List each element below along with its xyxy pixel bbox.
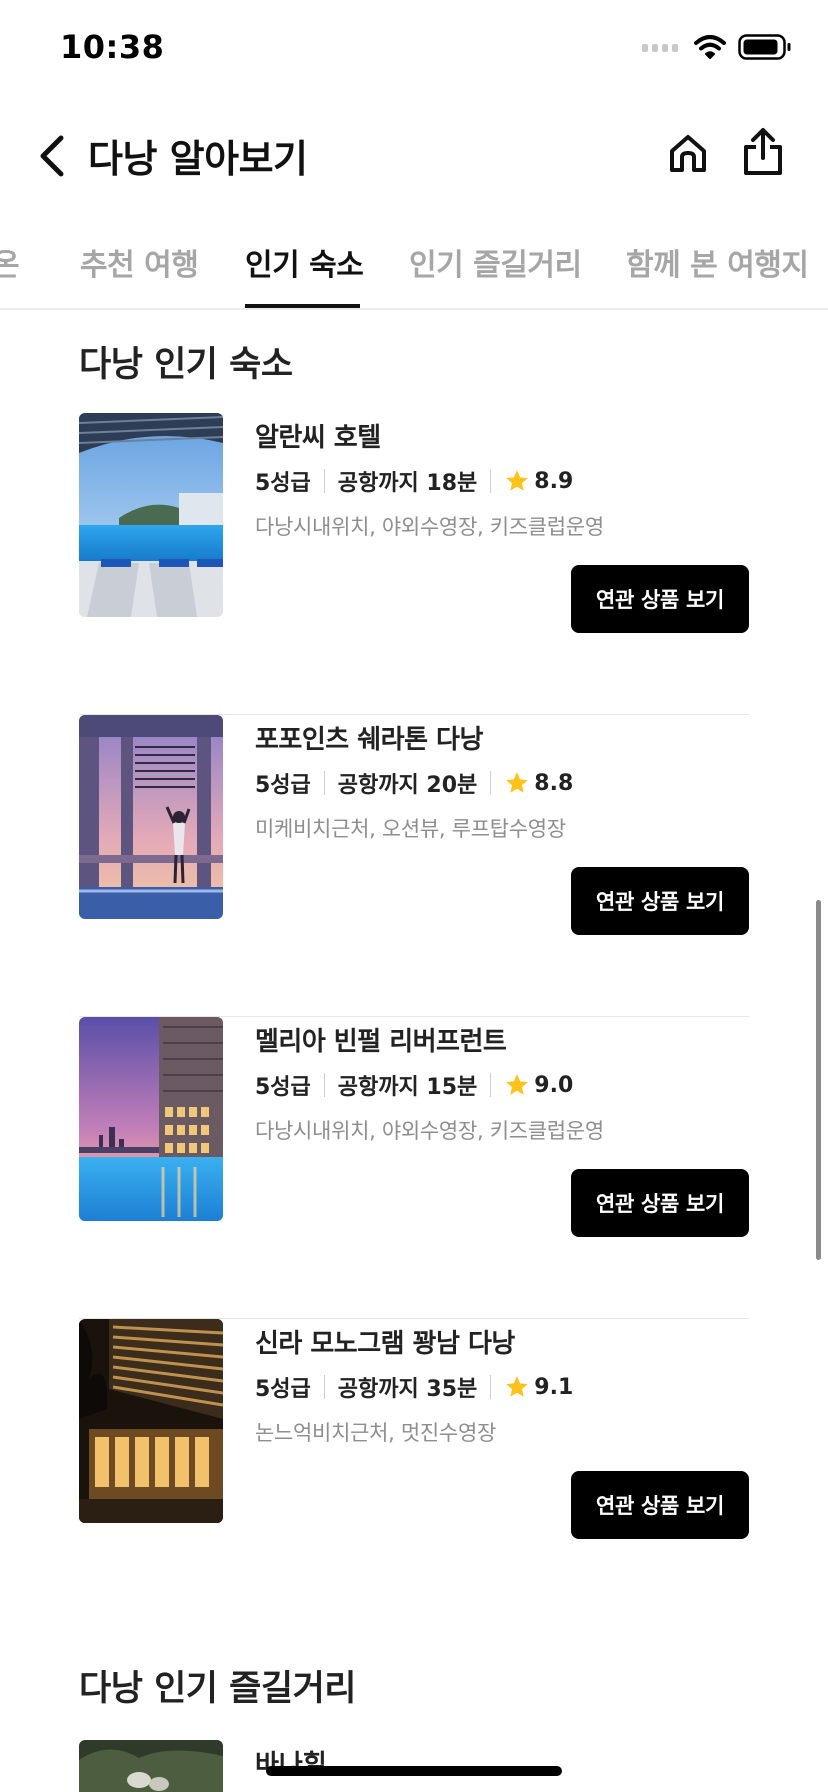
hotel-rating: 9.1 — [534, 1374, 574, 1400]
navigation-bar: 다낭 알아보기 — [0, 110, 828, 200]
airport-distance: 공항까지 18분 — [337, 471, 478, 496]
divider — [323, 771, 325, 795]
hotel-tags: 미케비치근처, 오션뷰, 루프탑수영장 — [255, 817, 566, 841]
hotel-name: 신라 모노그램 꽝남 다낭 — [255, 1329, 515, 1359]
airport-distance: 공항까지 35분 — [337, 1377, 478, 1402]
star-icon — [506, 470, 529, 491]
hotel-thumbnail[interactable] — [79, 1017, 223, 1221]
hotel-meta: 5성급 공항까지 15분 9.0 — [255, 1069, 573, 1101]
back-chevron-icon — [40, 135, 64, 177]
hotel-rating: 9.0 — [534, 1072, 574, 1098]
hotel-meta: 5성급 공항까지 35분 9.1 — [255, 1371, 573, 1403]
hotel-thumbnail[interactable] — [79, 715, 223, 919]
hotel-grade: 5성급 — [255, 471, 311, 496]
hotel-name: 포포인츠 쉐라톤 다낭 — [255, 725, 483, 755]
cellular-signal-icon — [642, 44, 678, 52]
hotel-thumbnail[interactable] — [79, 413, 223, 617]
hotel-rating: 8.9 — [534, 468, 574, 494]
airport-distance: 공항까지 15분 — [337, 1075, 478, 1100]
hotel-rating: 8.8 — [534, 770, 574, 796]
star-icon — [506, 1074, 529, 1095]
hotel-name: 알란씨 호텔 — [255, 423, 381, 453]
home-indicator[interactable] — [266, 1766, 562, 1776]
hotel-card[interactable]: 신라 모노그램 꽝남 다낭 5성급 공항까지 35분 9.1 논느억비치근처, … — [79, 1319, 749, 1621]
share-icon — [744, 128, 782, 175]
back-button[interactable] — [30, 128, 74, 184]
hotel-grade: 5성급 — [255, 1075, 311, 1100]
related-products-button[interactable]: 연관 상품 보기 — [571, 1169, 749, 1237]
hotel-card[interactable]: 알란씨 호텔 5성급 공항까지 18분 8.9 다낭시내위치, 야외수영장, 키… — [79, 413, 749, 715]
category-tabs: 온 추천 여행 인기 숙소 인기 즐길거리 함께 본 여행지 — [0, 210, 828, 310]
hotel-grade: 5성급 — [255, 1377, 311, 1402]
divider — [490, 1073, 492, 1097]
scroll-indicator[interactable] — [816, 900, 821, 1260]
tab-popular-activities[interactable]: 인기 즐길거리 — [409, 240, 582, 284]
airport-distance: 공항까지 20분 — [337, 773, 478, 798]
related-products-button[interactable]: 연관 상품 보기 — [571, 565, 749, 633]
star-icon — [506, 1376, 529, 1397]
hotel-card[interactable]: 멜리아 빈펄 리버프런트 5성급 공항까지 15분 9.0 다낭시내위치, 야외… — [79, 1017, 749, 1319]
tab-popular-stays[interactable]: 인기 숙소 — [245, 240, 364, 284]
hotel-meta: 5성급 공항까지 18분 8.9 — [255, 465, 573, 497]
tab-partial[interactable]: 온 — [0, 240, 20, 284]
related-products-button[interactable]: 연관 상품 보기 — [571, 867, 749, 935]
divider — [323, 469, 325, 493]
divider — [323, 1375, 325, 1399]
share-button[interactable] — [738, 122, 788, 182]
hotel-tags: 다낭시내위치, 야외수영장, 키즈클럽운영 — [255, 515, 604, 539]
hotel-tags: 다낭시내위치, 야외수영장, 키즈클럽운영 — [255, 1119, 604, 1143]
status-icons — [642, 34, 792, 60]
active-tab-indicator — [245, 304, 360, 308]
divider — [490, 1375, 492, 1399]
status-time: 10:38 — [60, 28, 165, 66]
hotel-meta: 5성급 공항까지 20분 8.8 — [255, 767, 573, 799]
related-products-button[interactable]: 연관 상품 보기 — [571, 1471, 749, 1539]
divider — [323, 1073, 325, 1097]
tab-recommended-trips[interactable]: 추천 여행 — [80, 240, 199, 284]
hotel-thumbnail[interactable] — [79, 1319, 223, 1523]
tab-viewed-together[interactable]: 함께 본 여행지 — [626, 240, 809, 284]
hotel-card[interactable]: 포포인츠 쉐라톤 다낭 5성급 공항까지 20분 8.8 미케비치근처, 오션뷰… — [79, 715, 749, 1017]
divider — [490, 771, 492, 795]
home-button[interactable] — [664, 126, 712, 182]
hotel-tags: 논느억비치근처, 멋진수영장 — [255, 1421, 496, 1445]
wifi-icon — [694, 35, 726, 59]
hotel-name: 멜리아 빈펄 리버프런트 — [255, 1027, 507, 1057]
page-title: 다낭 알아보기 — [88, 137, 308, 181]
battery-icon — [738, 34, 791, 60]
divider — [490, 469, 492, 493]
star-icon — [506, 772, 529, 793]
hotel-grade: 5성급 — [255, 773, 311, 798]
status-bar: 10:38 — [0, 0, 828, 96]
section-title-popular-activities: 다낭 인기 즐길거리 — [79, 1669, 356, 1709]
home-icon — [670, 135, 706, 172]
section-title-popular-stays: 다낭 인기 숙소 — [79, 345, 293, 385]
activity-thumbnail[interactable] — [79, 1740, 223, 1792]
